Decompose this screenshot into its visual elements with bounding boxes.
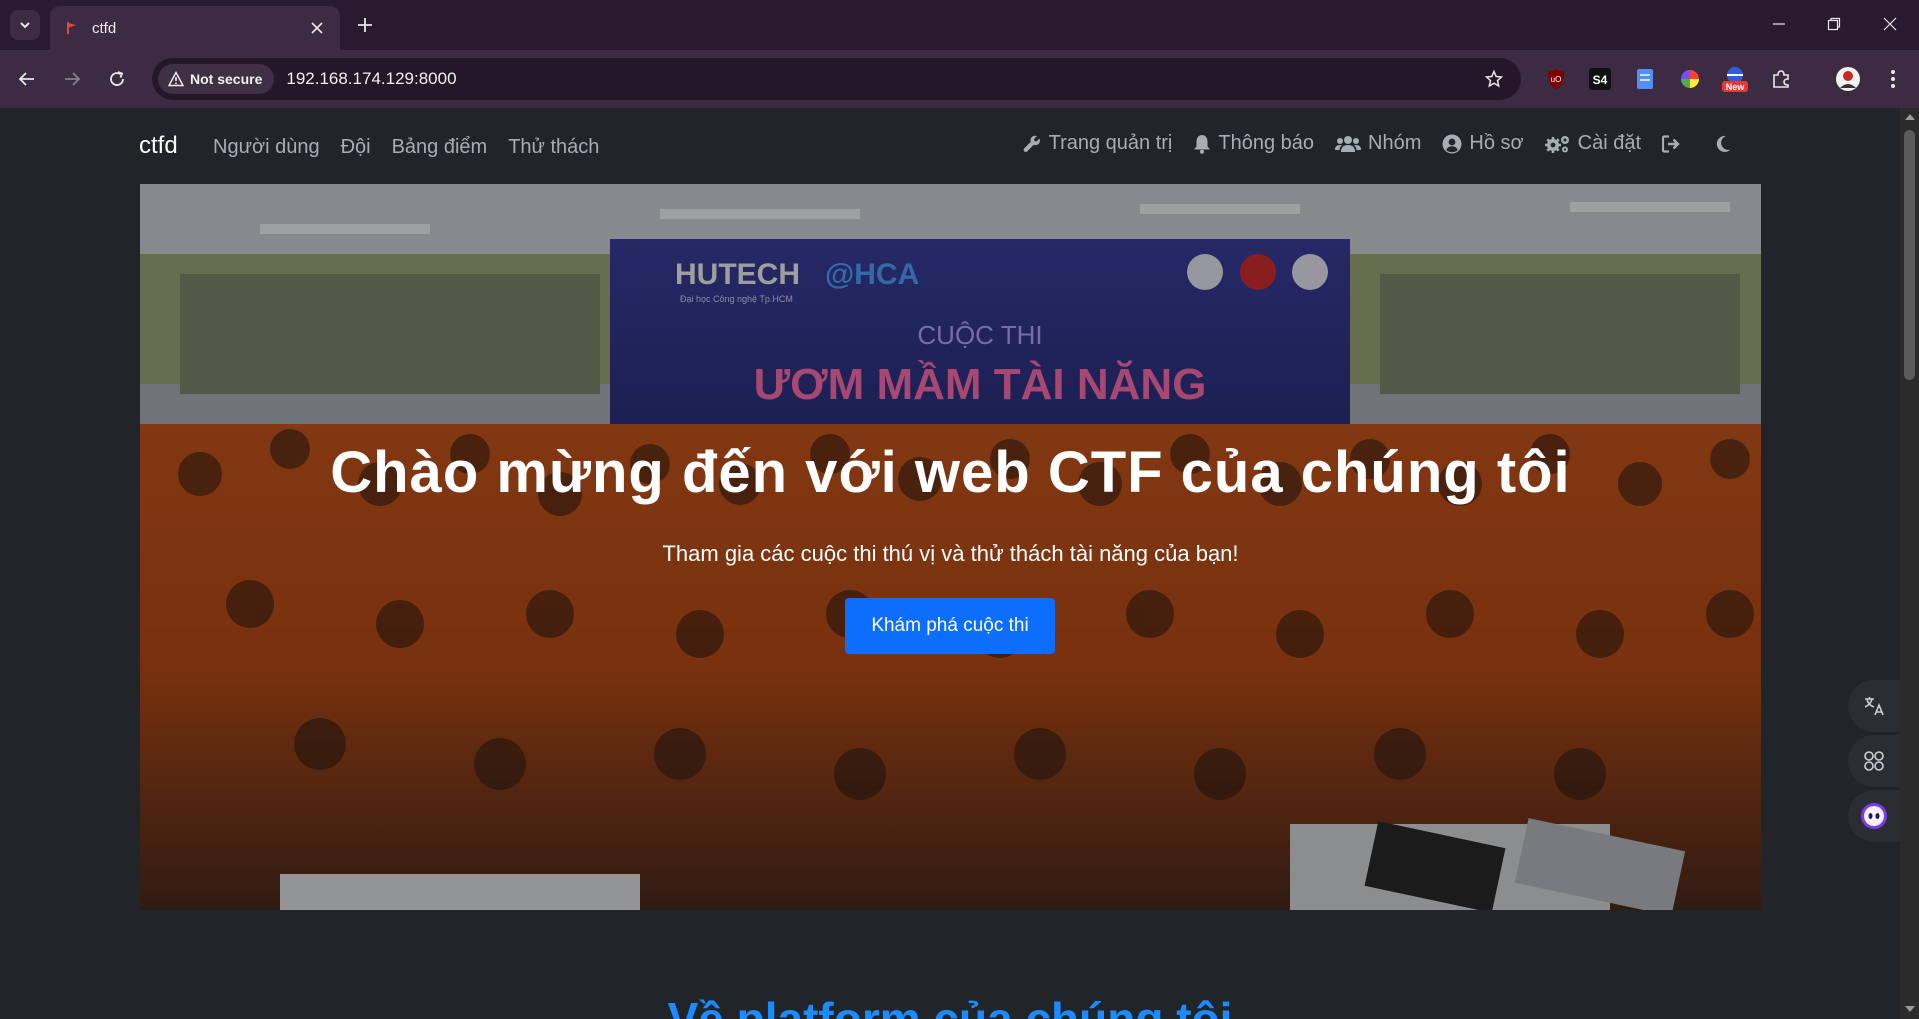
reload-button[interactable] [102,64,132,94]
site-info-chip[interactable]: Not secure [158,64,275,94]
nav-link-challenges[interactable]: Thử thách [508,136,599,159]
nav-link-users[interactable]: Người dùng [213,136,320,159]
site-brand-link[interactable]: ctfd [139,132,178,160]
svg-text:uO: uO [1551,75,1562,84]
nav-right-links: Trang quản trị Thông báo Nhóm Hồ sơ Cài … [1001,132,1738,155]
users-icon [1335,135,1362,152]
browser-tab-strip: ctfd [0,0,1919,50]
sign-out-icon [1662,134,1680,153]
nav-link-groups[interactable]: Nhóm [1335,132,1421,155]
nav-settings-label: Cài đặt [1577,132,1641,154]
chevron-down-icon [20,22,30,29]
moon-icon [1716,135,1731,152]
globe-badge-icon: New [1722,67,1748,92]
web-page: ctfd Người dùng Đội Bảng điểm Thử thách … [0,108,1900,1019]
arrow-right-icon [65,72,81,86]
site-navbar: ctfd Người dùng Đội Bảng điểm Thử thách … [0,108,1900,183]
hero-jumbotron: HUTECH Đại học Công nghệ Tp.HCM @HCA CUỘ… [140,184,1761,910]
scrollbar-thumb[interactable] [1904,130,1915,380]
wrench-icon [1023,135,1040,152]
nav-link-teams[interactable]: Đội [341,136,371,159]
ctfd-favicon-icon [64,20,80,36]
more-vertical-icon [1891,70,1895,88]
tab-search-button[interactable] [10,10,40,40]
bookmark-button[interactable] [1477,62,1511,96]
assistant-widget[interactable] [1848,790,1900,842]
ublock-shield-icon: uO [1548,69,1564,89]
url-text[interactable]: 192.168.174.129:8000 [286,69,1477,89]
puzzle-icon [1773,70,1789,88]
explore-contests-button[interactable]: Khám phá cuộc thi [845,598,1055,654]
close-icon [1883,17,1897,31]
hero-title: Chào mừng đến với web CTF của chúng tôi [330,440,1571,505]
scroll-up-arrow[interactable] [1905,114,1915,120]
tab-close-icon[interactable] [306,17,328,39]
browser-menu-button[interactable] [1877,63,1909,95]
s4-icon: S4 [1589,68,1611,90]
browser-toolbar: Not secure 192.168.174.129:8000 uO S4 Ne… [0,50,1919,108]
warning-icon [168,71,184,87]
theme-toggle-button[interactable] [1715,135,1738,153]
document-icon [1637,69,1653,89]
browser-tab-active[interactable]: ctfd [50,6,340,50]
avatar-icon [1836,67,1860,91]
color-extension[interactable] [1674,63,1706,95]
tab-title: ctfd [92,19,117,37]
assistant-bot-icon [1861,803,1887,829]
about-section-title: Về platform của chúng tôi [667,993,1233,1019]
extensions-menu-button[interactable] [1765,63,1797,95]
restore-icon [1827,17,1841,31]
star-icon [1485,70,1503,88]
new-tab-button[interactable] [352,12,378,38]
ublock-extension[interactable]: uO [1540,63,1572,95]
nav-notifications-label: Thông báo [1218,132,1315,154]
docs-extension[interactable] [1629,63,1661,95]
restore-button[interactable] [1806,0,1862,48]
logout-button[interactable] [1662,134,1689,153]
cogs-icon [1544,135,1569,153]
nav-admin-label: Trang quản trị [1048,132,1173,154]
svg-text:S4: S4 [1593,73,1608,87]
user-circle-icon [1442,134,1462,153]
nav-link-admin[interactable]: Trang quản trị [1022,132,1173,155]
nav-link-profile[interactable]: Hồ sơ [1442,132,1524,155]
close-window-button[interactable] [1862,0,1918,48]
plus-icon [358,18,372,32]
hero-subtitle: Tham gia các cuộc thi thú vị và thử thác… [662,541,1239,566]
profile-avatar[interactable] [1832,63,1864,95]
back-button[interactable] [12,64,42,94]
page-scrollbar[interactable] [1900,108,1919,1019]
nav-link-notifications[interactable]: Thông báo [1193,132,1314,155]
grid-icon [1864,751,1884,771]
color-wheel-icon [1681,70,1699,88]
bell-icon [1194,134,1211,154]
vpn-extension[interactable]: New [1719,63,1751,95]
translate-widget[interactable] [1848,680,1900,732]
apps-widget[interactable] [1848,735,1900,787]
nav-profile-label: Hồ sơ [1469,132,1524,154]
minimize-button[interactable] [1751,0,1807,48]
nav-link-scoreboard[interactable]: Bảng điểm [392,136,488,159]
nav-groups-label: Nhóm [1368,132,1422,154]
nav-link-settings[interactable]: Cài đặt [1544,132,1641,155]
arrow-left-icon [18,72,34,86]
address-bar[interactable]: Not secure 192.168.174.129:8000 [152,58,1521,100]
reload-icon [110,71,124,86]
s4-extension[interactable]: S4 [1584,63,1616,95]
forward-button[interactable] [57,64,87,94]
minimize-icon [1773,23,1785,25]
new-badge-text: New [1726,82,1746,92]
translate-icon [1864,697,1884,716]
not-secure-label: Not secure [190,71,263,87]
scroll-down-arrow[interactable] [1905,1006,1915,1012]
nav-left-links: Người dùng Đội Bảng điểm Thử thách [213,136,620,159]
